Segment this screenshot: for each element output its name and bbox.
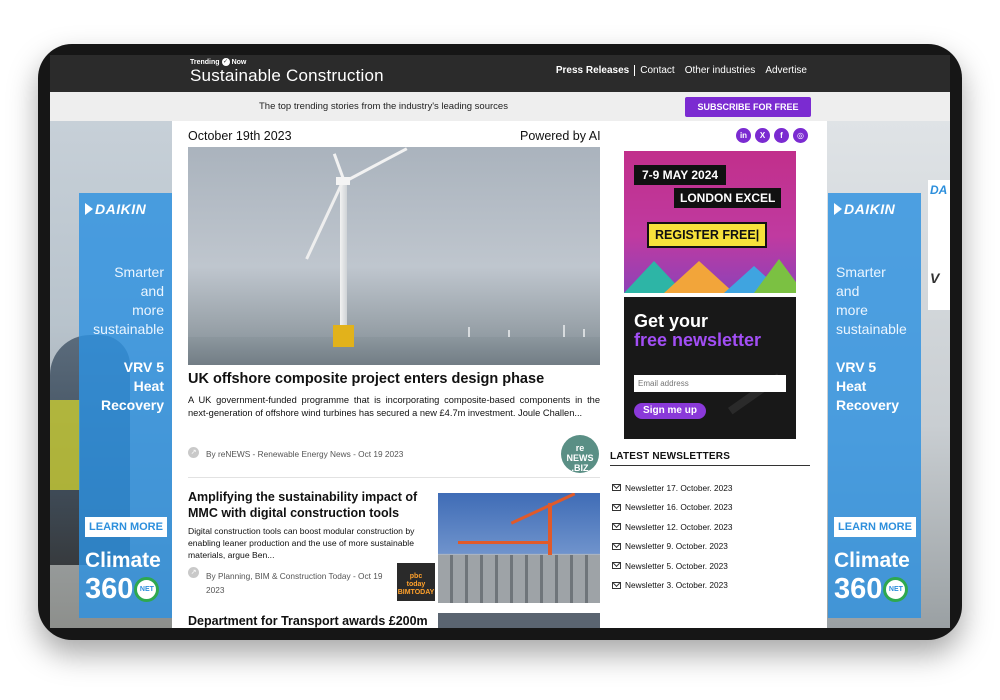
envelope-icon bbox=[612, 503, 621, 511]
envelope-icon bbox=[612, 581, 621, 589]
newsletter-subheading: free newsletter bbox=[634, 330, 762, 350]
sign-me-up-button[interactable]: Sign me up bbox=[634, 403, 706, 419]
turbine-blade bbox=[305, 181, 344, 260]
list-item[interactable]: Newsletter 3. October. 2023 bbox=[612, 576, 732, 596]
list-item[interactable]: Newsletter 5. October. 2023 bbox=[612, 556, 732, 576]
turbine-base bbox=[333, 325, 354, 347]
site-header: Trending ✓ Now Sustainable Construction … bbox=[50, 55, 950, 92]
net-badge-icon: NET bbox=[134, 577, 160, 602]
ad-product-text: VRV 5 Heat Recovery bbox=[836, 359, 900, 413]
article-title[interactable]: UK offshore composite project enters des… bbox=[188, 371, 544, 387]
subscribe-button[interactable]: SUBSCRIBE FOR FREE bbox=[685, 97, 811, 117]
worker-vest bbox=[50, 400, 80, 490]
article-title[interactable]: Department for Transport awards £200m bbox=[188, 614, 428, 628]
newsletter-heading: Get your bbox=[634, 311, 709, 331]
main-content: October 19th 2023 Powered by AI UK offsh… bbox=[172, 121, 827, 628]
ad-360-text: 360 NET bbox=[834, 573, 909, 606]
building-frame bbox=[438, 555, 600, 603]
hero-image-wind-turbine[interactable] bbox=[188, 147, 600, 365]
top-nav: Press Releases Contact Other industries … bbox=[551, 65, 812, 76]
email-field[interactable] bbox=[634, 375, 786, 392]
daikin-logo: DAIKIN bbox=[85, 201, 146, 217]
renews-logo[interactable]: re NEWS .BIZ bbox=[561, 435, 599, 473]
construction-thumbnail[interactable] bbox=[438, 493, 600, 603]
turbine-nacelle bbox=[336, 177, 350, 185]
crane-jib bbox=[458, 541, 548, 544]
expo-venue: LONDON EXCEL bbox=[674, 188, 782, 208]
share-icon[interactable]: ↗ bbox=[188, 567, 199, 578]
nav-other-industries[interactable]: Other industries bbox=[680, 65, 761, 76]
instagram-icon[interactable]: ◎ bbox=[793, 128, 808, 143]
pbc-today-logo[interactable]: pbc today BIMTODAY bbox=[397, 563, 435, 601]
nav-press-releases[interactable]: Press Releases bbox=[551, 65, 634, 76]
article-divider bbox=[188, 477, 600, 478]
ad-product-text: VRV 5 Heat Recovery bbox=[100, 359, 164, 413]
list-item[interactable]: Newsletter 17. October. 2023 bbox=[612, 478, 732, 498]
ad-smart-text: Smarter and more sustainable bbox=[93, 264, 164, 337]
sub-header: The top trending stories from the indust… bbox=[50, 92, 950, 121]
envelope-icon bbox=[612, 523, 621, 531]
check-icon: ✓ bbox=[221, 58, 230, 66]
sea bbox=[188, 337, 600, 365]
right-daikin-ad[interactable]: DAIKIN Smarter and more sustainable VRV … bbox=[828, 193, 921, 618]
article-source[interactable]: By Planning, BIM & Construction Today - … bbox=[206, 569, 400, 597]
list-item[interactable]: Newsletter 16. October. 2023 bbox=[612, 498, 732, 518]
article-title[interactable]: Amplifying the sustainability impact of … bbox=[188, 489, 428, 521]
ad-climate-text: Climate bbox=[834, 549, 910, 572]
envelope-icon bbox=[612, 542, 621, 550]
daikin-logo-icon bbox=[85, 203, 93, 215]
ad-smart-text: Smarter and more sustainable bbox=[836, 264, 907, 337]
list-item[interactable]: Newsletter 9. October. 2023 bbox=[612, 537, 732, 557]
envelope-icon bbox=[612, 484, 621, 492]
article-excerpt: Digital construction tools can boost mod… bbox=[188, 526, 415, 560]
latest-newsletters-title: LATEST NEWSLETTERS bbox=[610, 451, 731, 462]
crane-mast bbox=[548, 503, 552, 555]
x-icon[interactable]: X bbox=[755, 128, 770, 143]
social-links: in X f ◎ bbox=[736, 128, 808, 143]
right-edge-ad-brand: DA bbox=[930, 183, 948, 197]
crane-jib bbox=[510, 493, 576, 525]
browser-screen: Trending ✓ Now Sustainable Construction … bbox=[50, 55, 950, 628]
powered-by: Powered by AI bbox=[520, 129, 601, 143]
transport-thumbnail[interactable] bbox=[438, 613, 600, 628]
register-free-button[interactable]: REGISTER FREE| bbox=[647, 222, 768, 248]
share-icon[interactable]: ↗ bbox=[188, 447, 199, 458]
envelope-icon bbox=[612, 562, 621, 570]
right-edge-ad-product: V bbox=[930, 270, 940, 286]
site-logo[interactable]: Trending ✓ Now Sustainable Construction bbox=[190, 58, 384, 86]
expo-date: 7-9 MAY 2024 bbox=[634, 165, 727, 185]
brand-small: Trending ✓ Now bbox=[190, 58, 247, 66]
turbine-blade bbox=[344, 147, 408, 183]
daikin-logo-icon bbox=[834, 203, 842, 215]
linkedin-icon[interactable]: in bbox=[736, 128, 751, 143]
turbine-tower bbox=[340, 177, 347, 342]
brand-title: Sustainable Construction bbox=[190, 66, 384, 85]
learn-more-button[interactable]: LEARN MORE bbox=[85, 517, 167, 537]
list-item[interactable]: Newsletter 12. October. 2023 bbox=[612, 517, 732, 537]
expo-ad[interactable]: 7-9 MAY 2024 LONDON EXCEL REGISTER FREE| bbox=[624, 151, 796, 293]
left-daikin-ad[interactable]: DAIKIN Smarter and more sustainable VRV … bbox=[79, 193, 172, 618]
decorative-shape bbox=[754, 259, 796, 293]
section-divider bbox=[610, 465, 810, 466]
ad-climate-text: Climate bbox=[85, 549, 161, 572]
tagline: The top trending stories from the indust… bbox=[259, 101, 508, 112]
ad-360-text: 360 NET bbox=[85, 573, 160, 606]
page-date: October 19th 2023 bbox=[188, 129, 292, 143]
newsletter-list: Newsletter 17. October. 2023 Newsletter … bbox=[612, 478, 732, 595]
newsletter-signup: Get your free newsletter Sign me up bbox=[624, 297, 796, 439]
net-badge-icon: NET bbox=[883, 577, 909, 602]
facebook-icon[interactable]: f bbox=[774, 128, 789, 143]
right-edge-ad bbox=[928, 180, 950, 310]
nav-advertise[interactable]: Advertise bbox=[760, 65, 812, 76]
learn-more-button[interactable]: LEARN MORE bbox=[834, 517, 916, 537]
daikin-logo: DAIKIN bbox=[834, 201, 895, 217]
article-source[interactable]: By reNEWS - Renewable Energy News - Oct … bbox=[206, 449, 403, 459]
nav-contact[interactable]: Contact bbox=[635, 65, 679, 76]
article-excerpt: A UK government-funded programme that is… bbox=[188, 395, 600, 419]
